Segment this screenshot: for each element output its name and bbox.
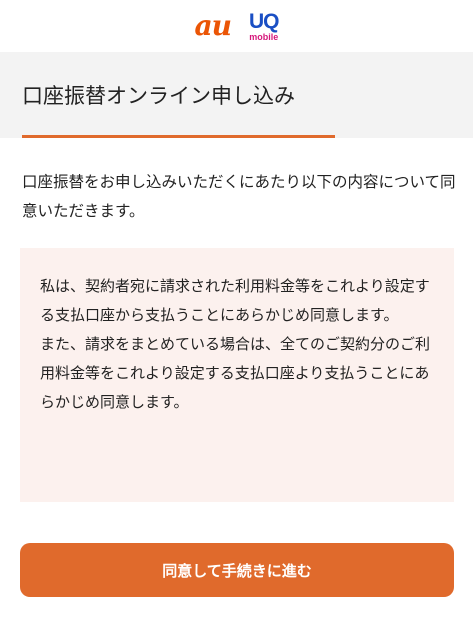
agreement-text: 私は、契約者宛に請求された利用料金等をこれより設定する支払口座から支払うことにあ… xyxy=(40,277,431,411)
uq-logo-sub: mobile xyxy=(249,31,279,42)
au-logo: au xyxy=(194,9,232,42)
agreement-box: 私は、契約者宛に請求された利用料金等をこれより設定する支払口座から支払うことにあ… xyxy=(20,248,454,502)
page-title: 口座振替オンライン申し込み xyxy=(22,84,295,108)
title-underline xyxy=(22,135,335,138)
site-header: au UQ mobile xyxy=(0,0,473,52)
title-bar: 口座振替オンライン申し込み xyxy=(0,52,473,138)
agree-continue-button[interactable]: 同意して手続きに進む xyxy=(20,543,454,597)
uq-mobile-logo: UQ mobile xyxy=(249,11,279,42)
uq-logo-mark: UQ xyxy=(249,9,279,33)
intro-text: 口座振替をお申し込みいただくにあたり以下の内容について同意いただきます。 xyxy=(22,173,456,220)
